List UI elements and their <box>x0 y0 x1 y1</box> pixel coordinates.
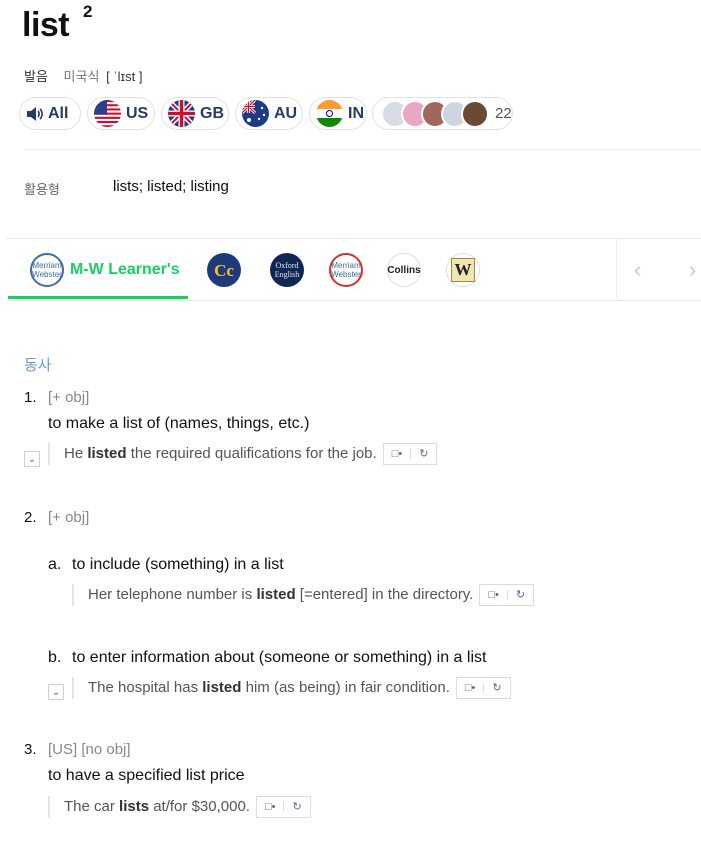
sense-number: 3. <box>24 741 37 758</box>
tab-mw-learners-label: M-W Learner's <box>70 261 180 278</box>
india-flag-icon <box>316 100 343 127</box>
avatar <box>461 99 489 128</box>
collins-logo[interactable]: Collins <box>387 253 421 287</box>
chevron-down-icon[interactable]: ⌄ <box>48 684 64 700</box>
homonym-number: 2 <box>83 2 93 21</box>
play-in-label: IN <box>348 104 364 122</box>
grammar-tag: [+ obj] <box>48 509 90 526</box>
user-avatars <box>381 99 489 128</box>
divider <box>24 149 701 150</box>
example-text: Her telephone number is listed [=entered… <box>88 586 474 603</box>
speaker-icon[interactable]: □• <box>384 443 411 465</box>
headword: list <box>22 6 70 44</box>
chevron-down-icon[interactable]: ⌄ <box>24 451 40 467</box>
merriam-webster-logo[interactable]: Merriam Webster <box>329 253 363 287</box>
conjugation-value: lists; listed; listing <box>113 178 229 195</box>
definition: to enter information about (someone or s… <box>72 649 487 666</box>
repeat-icon[interactable]: ↻ <box>411 443 436 465</box>
example-sentence: The hospital has listed him (as being) i… <box>72 677 511 699</box>
subsense-letter: b. <box>48 649 62 666</box>
example-text: He listed the required qualifications fo… <box>64 445 377 462</box>
active-tab-underline <box>8 296 188 299</box>
sense-number: 1. <box>24 389 37 406</box>
dictionary-tab-bar: Merriam Webster M-W Learner's Cc Oxford … <box>6 238 701 301</box>
pronunciation-region: 미국식 <box>63 69 100 84</box>
pronunciation-label: 발음 <box>24 69 48 84</box>
play-au-label: AU <box>274 104 298 122</box>
speaker-icon[interactable]: □• <box>480 584 507 606</box>
play-us-button[interactable]: US <box>87 97 155 130</box>
chevron-right-icon[interactable]: › <box>689 257 696 283</box>
merriam-webster-learners-logo: Merriam Webster <box>30 253 64 287</box>
subsense-letter: a. <box>48 556 62 573</box>
speaker-icon <box>27 106 43 121</box>
nav-separator <box>616 239 617 299</box>
part-of-speech: 동사 <box>24 357 52 374</box>
collins-cobuild-logo[interactable]: Cc <box>207 253 241 287</box>
definition: to include (something) in a list <box>72 556 284 573</box>
wordnet-logo[interactable]: W <box>446 253 480 287</box>
play-gb-label: GB <box>200 104 224 122</box>
user-recordings-button[interactable]: 22 <box>372 97 513 130</box>
example-sentence: The car lists at/for $30,000. □• ↻ <box>48 796 311 818</box>
definition: to have a specified list price <box>48 767 245 784</box>
recordings-count: 22 <box>495 105 512 122</box>
play-in-button[interactable]: IN <box>309 97 367 130</box>
conjugation-label: 활용형 <box>24 182 60 197</box>
pronunciation-row: 발음 미국식 [ ˈlɪst ] <box>24 66 142 85</box>
chevron-left-icon[interactable]: ‹ <box>634 257 641 283</box>
speaker-icon[interactable]: □• <box>257 796 284 818</box>
pronunciation-ipa: [ ˈlɪst ] <box>106 69 143 84</box>
grammar-tag: [US] [no obj] <box>48 741 131 758</box>
example-sentence: He listed the required qualifications fo… <box>48 443 438 465</box>
definition: to make a list of (names, things, etc.) <box>48 415 310 432</box>
example-text: The car lists at/for $30,000. <box>64 798 250 815</box>
repeat-icon[interactable]: ↻ <box>284 796 309 818</box>
play-all-button[interactable]: All <box>19 97 81 130</box>
repeat-icon[interactable]: ↻ <box>508 584 533 606</box>
example-audio-controls: □• ↻ <box>455 677 511 699</box>
play-us-label: US <box>126 104 149 122</box>
example-audio-controls: □• ↻ <box>255 796 311 818</box>
play-gb-button[interactable]: GB <box>161 97 229 130</box>
grammar-tag: [+ obj] <box>48 389 90 406</box>
example-text: The hospital has listed him (as being) i… <box>88 679 450 696</box>
us-flag-icon <box>94 100 121 127</box>
oxford-english-logo[interactable]: Oxford English <box>270 253 304 287</box>
play-all-label: All <box>48 104 69 122</box>
uk-flag-icon <box>168 100 195 127</box>
example-audio-controls: □• ↻ <box>479 584 535 606</box>
repeat-icon[interactable]: ↻ <box>484 677 509 699</box>
speaker-icon[interactable]: □• <box>457 677 484 699</box>
example-audio-controls: □• ↻ <box>382 443 438 465</box>
sense-number: 2. <box>24 509 37 526</box>
example-sentence: Her telephone number is listed [=entered… <box>72 584 535 606</box>
wordnet-logo-letter: W <box>451 258 475 282</box>
au-flag-icon <box>242 100 269 127</box>
play-au-button[interactable]: AU <box>235 97 303 130</box>
